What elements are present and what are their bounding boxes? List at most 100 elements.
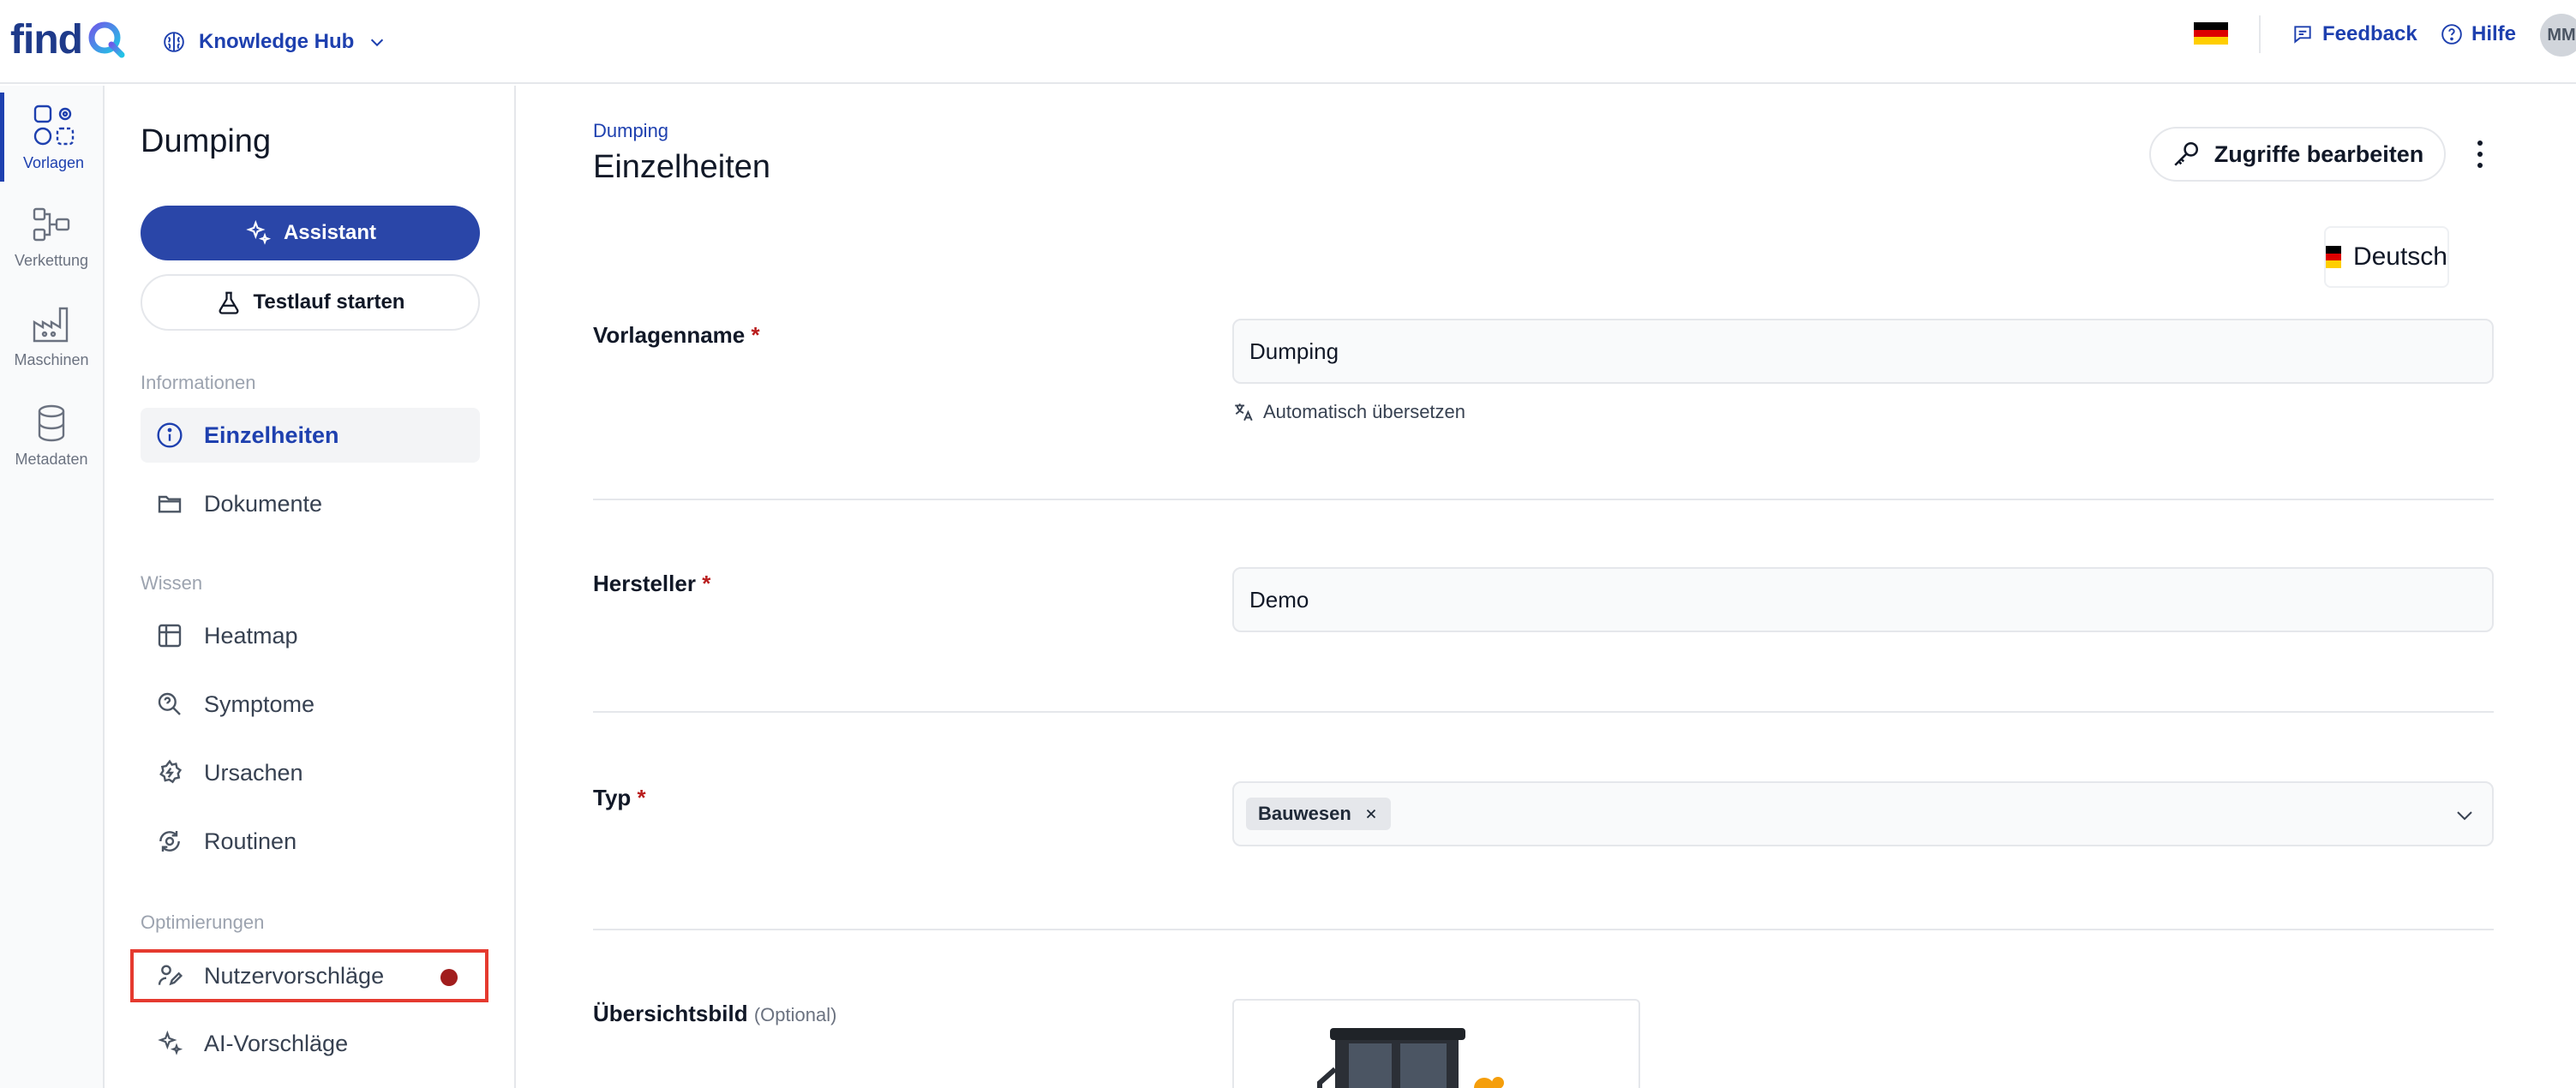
nav-item-label: Heatmap bbox=[204, 622, 298, 649]
rail-label: Verkettung bbox=[14, 251, 89, 269]
machine-image bbox=[1317, 1028, 1504, 1088]
language-label: Deutsch bbox=[2352, 242, 2447, 271]
help-link[interactable]: Hilfe bbox=[2441, 19, 2516, 50]
side-navigation: Dumping Assistant Testlauf starten Infor… bbox=[106, 86, 516, 1088]
sparkles-icon bbox=[246, 219, 272, 245]
template-name-label: Vorlagenname * bbox=[593, 322, 760, 349]
optional-mark: (Optional) bbox=[753, 1004, 837, 1025]
divider bbox=[593, 499, 2494, 500]
nav-item-label: Dokumente bbox=[204, 490, 323, 517]
factory-icon bbox=[33, 307, 69, 342]
logo-q-icon bbox=[88, 21, 125, 58]
rail-item-verkettung[interactable]: Verkettung bbox=[0, 192, 103, 281]
divider bbox=[593, 929, 2494, 930]
language-selector[interactable]: Deutsch bbox=[2324, 226, 2449, 288]
brain-icon bbox=[164, 32, 184, 52]
nav-item-routinen[interactable]: Routinen bbox=[141, 814, 480, 869]
manufacturer-label: Hersteller * bbox=[593, 571, 710, 597]
feedback-icon bbox=[2294, 26, 2311, 44]
auto-translate-label: Automatisch übersetzen bbox=[1263, 401, 1466, 422]
overview-image[interactable] bbox=[1232, 999, 1640, 1088]
input-value: Dumping bbox=[1249, 338, 1339, 364]
rail-label: Maschinen bbox=[14, 350, 89, 368]
divider bbox=[2259, 15, 2261, 53]
knowledge-hub-dropdown[interactable]: Knowledge Hub bbox=[163, 19, 386, 65]
feedback-label: Feedback bbox=[2322, 22, 2417, 45]
input-value: Demo bbox=[1249, 586, 1309, 613]
routine-gear-icon bbox=[159, 831, 180, 852]
nav-item-ursachen[interactable]: Ursachen bbox=[141, 745, 480, 800]
test-run-button[interactable]: Testlauf starten bbox=[141, 274, 480, 331]
sparkles-icon bbox=[158, 1030, 183, 1055]
nav-item-label: Ursachen bbox=[204, 759, 303, 786]
user-avatar[interactable]: MM bbox=[2540, 14, 2576, 57]
icon-rail: Vorlagen Verkettung Maschinen Metadaten bbox=[0, 86, 105, 1088]
type-chip: Bauwesen bbox=[1246, 798, 1391, 830]
help-label: Hilfe bbox=[2471, 22, 2517, 45]
nav-item-einzelheiten[interactable]: Einzelheiten bbox=[141, 408, 480, 463]
rail-item-vorlagen[interactable]: Vorlagen bbox=[0, 93, 103, 182]
rail-label: Vorlagen bbox=[22, 153, 85, 171]
folder-icon bbox=[158, 495, 182, 513]
page-title: Einzelheiten bbox=[593, 149, 771, 185]
feedback-link[interactable]: Feedback bbox=[2291, 19, 2417, 50]
template-name-input[interactable]: Dumping bbox=[1232, 319, 2494, 384]
main-content: Dumping Einzelheiten Zugriffe bearbeiten… bbox=[518, 86, 2576, 1088]
gear-bolt-icon bbox=[159, 759, 183, 784]
nav-item-symptome[interactable]: Symptome bbox=[141, 677, 480, 732]
logo-text: find bbox=[10, 16, 83, 63]
template-title: Dumping bbox=[141, 123, 272, 159]
translate-icon bbox=[1235, 404, 1253, 421]
label-text: Typ bbox=[593, 785, 632, 810]
section-informationen: Informationen bbox=[141, 372, 256, 393]
language-flag-de[interactable] bbox=[2194, 22, 2228, 45]
top-bar: find Knowledge Hub Feedback Hilfe MM bbox=[0, 0, 2576, 84]
chain-icon bbox=[33, 207, 70, 241]
nav-item-dokumente[interactable]: Dokumente bbox=[141, 476, 480, 531]
edit-access-button[interactable]: Zugriffe bearbeiten bbox=[2149, 127, 2446, 182]
help-icon bbox=[2441, 24, 2462, 45]
breadcrumb[interactable]: Dumping bbox=[593, 120, 668, 142]
nav-item-label: Routinen bbox=[204, 828, 297, 854]
highlight-box bbox=[130, 949, 488, 1002]
close-icon[interactable] bbox=[1363, 806, 1379, 822]
more-options-icon[interactable] bbox=[2471, 137, 2489, 171]
rail-item-maschinen[interactable]: Maschinen bbox=[0, 291, 103, 380]
type-select[interactable]: Bauwesen bbox=[1232, 781, 2494, 846]
manufacturer-input[interactable]: Demo bbox=[1232, 567, 2494, 632]
database-icon bbox=[38, 404, 65, 441]
test-run-label: Testlauf starten bbox=[253, 290, 405, 314]
key-icon bbox=[2174, 141, 2198, 166]
edit-access-label: Zugriffe bearbeiten bbox=[2214, 140, 2424, 167]
flask-icon bbox=[219, 291, 238, 314]
assistant-button[interactable]: Assistant bbox=[141, 206, 480, 260]
knowledge-hub-label: Knowledge Hub bbox=[199, 30, 355, 53]
nav-item-label: Einzelheiten bbox=[204, 421, 339, 448]
assistant-label: Assistant bbox=[283, 221, 377, 244]
chevron-down-icon bbox=[371, 39, 384, 47]
section-optimierungen: Optimierungen bbox=[141, 912, 265, 933]
chip-label: Bauwesen bbox=[1258, 803, 1351, 824]
rail-label: Metadaten bbox=[15, 450, 88, 468]
required-mark: * bbox=[637, 785, 646, 810]
overview-image-label: Übersichtsbild (Optional) bbox=[593, 1001, 836, 1027]
nav-item-heatmap[interactable]: Heatmap bbox=[141, 608, 480, 663]
required-mark: * bbox=[751, 322, 760, 348]
findiq-logo[interactable]: find bbox=[10, 14, 127, 65]
label-text: Hersteller bbox=[593, 571, 696, 596]
divider bbox=[593, 711, 2494, 713]
chevron-down-icon[interactable] bbox=[2453, 805, 2477, 826]
search-question-icon bbox=[158, 692, 181, 715]
section-wissen: Wissen bbox=[141, 572, 203, 594]
required-mark: * bbox=[702, 571, 711, 596]
type-label: Typ * bbox=[593, 785, 646, 811]
nav-item-label: AI-Vorschläge bbox=[204, 1030, 349, 1056]
flag-de-icon bbox=[2326, 246, 2341, 269]
heatmap-icon bbox=[158, 624, 182, 648]
auto-translate-button[interactable]: Automatisch übersetzen bbox=[1232, 401, 1465, 423]
label-text: Vorlagenname bbox=[593, 322, 746, 348]
rail-item-metadaten[interactable]: Metadaten bbox=[0, 391, 103, 480]
info-icon bbox=[157, 422, 183, 448]
nav-item-label: Symptome bbox=[204, 690, 315, 717]
nav-item-ai-vorschlaege[interactable]: AI-Vorschläge bbox=[141, 1016, 480, 1071]
